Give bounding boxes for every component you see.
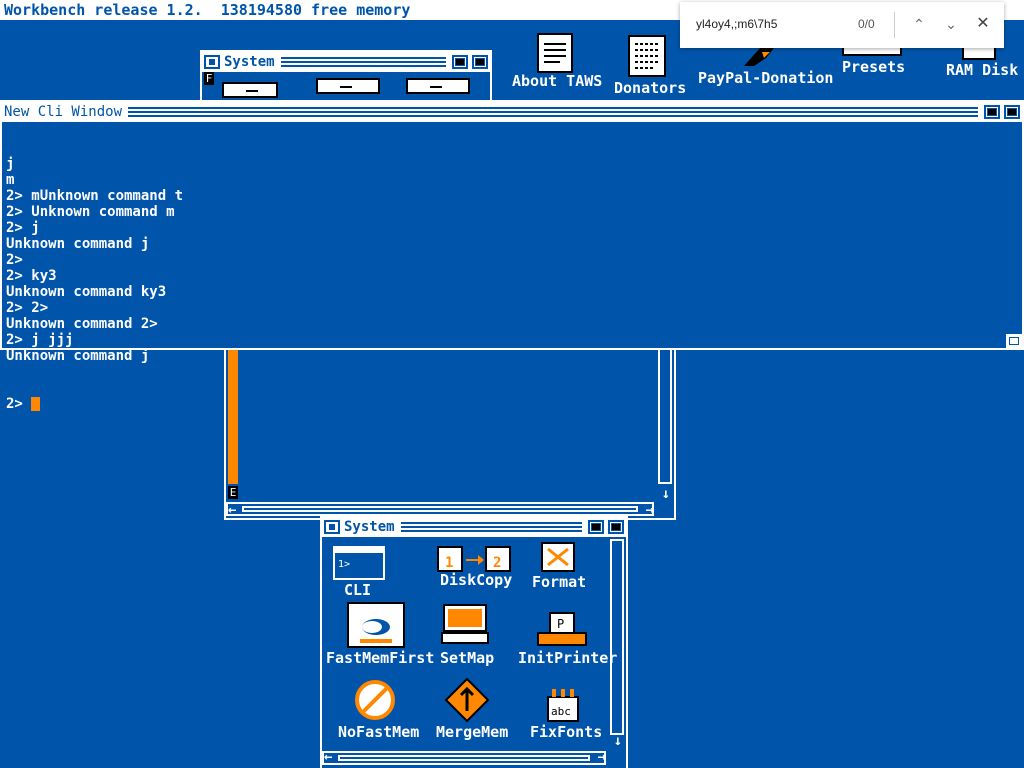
horizontal-scroll-knob (338, 755, 590, 761)
scroll-right-icon[interactable]: → (598, 749, 606, 765)
svg-text:1: 1 (445, 555, 453, 571)
drawer-icon[interactable] (222, 82, 278, 98)
cli-line: j (6, 156, 15, 172)
svg-text:P: P (557, 617, 564, 631)
cli-title: New Cli Window (4, 104, 123, 120)
find-match-count: 0/0 (858, 17, 875, 31)
svg-text:abc: abc (551, 705, 571, 718)
scroll-left-icon[interactable]: ← (324, 749, 332, 765)
fastmemfirst-label[interactable]: FastMemFirst (326, 649, 434, 667)
fonts-icon[interactable]: abc (546, 687, 580, 723)
initprinter-label[interactable]: InitPrinter (518, 649, 617, 667)
depth-back-gadget-icon[interactable] (984, 105, 1000, 119)
cli-titlebar[interactable]: New Cli Window (2, 102, 1022, 122)
cli-line: 2> j (6, 220, 40, 236)
format-label[interactable]: Format (532, 573, 586, 591)
system-title: System (344, 519, 395, 535)
nofastmem-label[interactable]: NoFastMem (338, 723, 419, 741)
system-back-titlebar[interactable]: System (202, 52, 490, 72)
cli-line: 2> j jjj (6, 332, 74, 348)
system-drawer-window-back[interactable]: System F (200, 50, 492, 102)
presets-label[interactable]: Presets (842, 58, 905, 76)
cli-output[interactable]: j m 2> mUnknown command t 2> Unknown comman… (6, 124, 998, 412)
find-next-icon[interactable]: ⌄ (940, 12, 962, 36)
ram-disk-label[interactable]: RAM Disk (946, 61, 1018, 79)
document-icon[interactable] (627, 34, 669, 78)
text-cursor (31, 397, 41, 411)
format-icon[interactable] (540, 541, 576, 573)
depth-front-gadget-icon[interactable] (1004, 105, 1020, 119)
find-divider (894, 12, 895, 38)
system-titlebar[interactable]: System (322, 517, 626, 537)
cli-line: 2> ky3 (6, 268, 57, 284)
cli-prompt-line[interactable]: 2> (6, 396, 998, 412)
cli-line: 2> (6, 252, 23, 268)
diskcopy-label[interactable]: DiskCopy (440, 571, 512, 589)
depth-front-gadget-icon[interactable] (472, 55, 488, 69)
find-close-icon[interactable]: ✕ (972, 12, 994, 36)
system-back-title: System (224, 54, 275, 70)
setmap-label[interactable]: SetMap (440, 649, 494, 667)
drawer-icon[interactable] (316, 78, 380, 94)
keymap-icon[interactable] (440, 603, 490, 645)
find-input[interactable]: yl4oy4,;m6\7h5 (696, 17, 777, 31)
paypal-donation-label[interactable]: PayPal-Donation (698, 69, 833, 87)
depth-back-gadget-icon[interactable] (588, 520, 604, 534)
scroll-left-icon[interactable]: ← (228, 502, 236, 518)
system-drawer-window[interactable]: System ↓ ← → 1> CLI 1 2 DiskCopy Format … (320, 515, 628, 768)
merge-icon[interactable] (444, 677, 490, 723)
cli-line: 2> Unknown command m (6, 204, 175, 220)
cli-lines: j m 2> mUnknown command t 2> Unknown comman… (6, 156, 998, 364)
rabbit-icon[interactable] (346, 601, 406, 649)
scroll-down-icon[interactable]: ↓ (614, 733, 622, 749)
cli-line: Unknown command j (6, 348, 150, 364)
scroll-letter-e: E (228, 486, 238, 499)
cli-label[interactable]: CLI (344, 581, 371, 599)
cli-line: 2> mUnknown command t (6, 188, 184, 204)
cli-line: Unknown command j (6, 236, 150, 252)
scroll-down-icon[interactable]: ↓ (662, 486, 670, 502)
titlebar-stripes (128, 107, 978, 117)
cli-window[interactable]: New Cli Window j m 2> mUnknown command t 2>… (0, 100, 1024, 412)
diskcopy-icon[interactable]: 1 2 (436, 545, 512, 573)
close-gadget-icon[interactable] (324, 520, 340, 534)
resize-gadget-icon[interactable] (1006, 334, 1022, 348)
titlebar-stripes (280, 57, 446, 67)
cli-line: 2> 2> (6, 300, 49, 316)
document-icon[interactable] (536, 32, 576, 74)
cli-line: m (6, 172, 15, 188)
cli-line: Unknown command 2> (6, 316, 158, 332)
fixfonts-label[interactable]: FixFonts (530, 723, 602, 741)
cli-icon[interactable]: 1> (332, 545, 386, 581)
scroll-right-icon[interactable]: → (646, 502, 654, 518)
scroll-letter-f: F (204, 72, 214, 85)
horizontal-scroll-knob (242, 506, 638, 512)
find-bar: yl4oy4,;m6\7h5 0/0 ⌃ ⌄ ✕ (680, 2, 1004, 48)
horizontal-scrollbar[interactable] (322, 751, 606, 765)
horizontal-scrollbar[interactable] (226, 502, 654, 516)
about-taws-label[interactable]: About TAWS (512, 72, 602, 90)
close-gadget-icon[interactable] (204, 55, 220, 69)
mergemem-label[interactable]: MergeMem (436, 723, 508, 741)
find-previous-icon[interactable]: ⌃ (908, 12, 930, 36)
svg-text:1>: 1> (338, 559, 350, 570)
donators-label[interactable]: Donators (614, 79, 686, 97)
cli-line: Unknown command ky3 (6, 284, 167, 300)
vertical-scrollbar[interactable] (610, 539, 624, 735)
cli-prompt: 2> (6, 396, 32, 412)
depth-front-gadget-icon[interactable] (608, 520, 624, 534)
printer-icon[interactable]: P (536, 611, 588, 647)
drawer-icon[interactable] (406, 78, 470, 94)
depth-back-gadget-icon[interactable] (452, 55, 468, 69)
no-rabbit-icon[interactable] (350, 679, 400, 721)
titlebar-stripes (400, 522, 582, 532)
svg-text:2: 2 (493, 555, 501, 571)
